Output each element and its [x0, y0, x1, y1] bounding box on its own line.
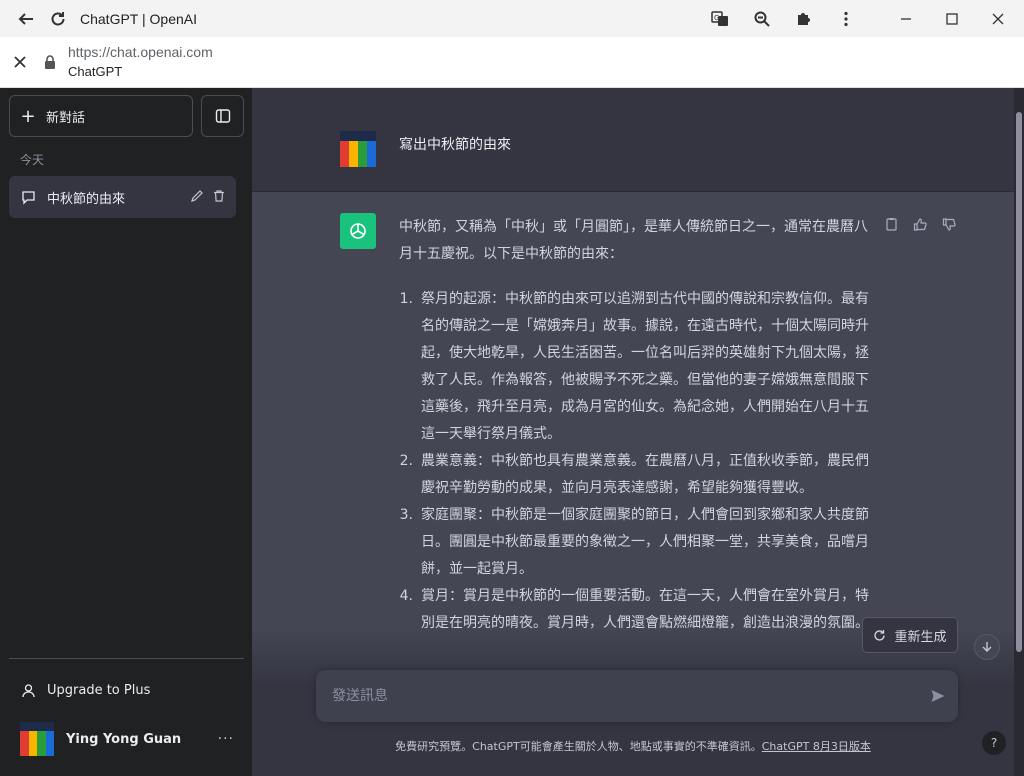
new-chat-label: 新對話	[46, 110, 86, 126]
lock-icon[interactable]	[40, 55, 60, 69]
address-bar: https://chat.openai.com ChatGPT	[0, 37, 1024, 88]
user-message-row: 寫出中秋節的由來	[252, 88, 1014, 192]
trash-icon[interactable]	[212, 188, 226, 207]
more-options-button[interactable]: ···	[218, 731, 234, 747]
plus-icon: +	[20, 105, 36, 127]
message-actions	[884, 217, 957, 236]
sidebar-panel-icon	[215, 109, 230, 123]
extensions-button[interactable]	[788, 3, 820, 35]
version-link[interactable]: ChatGPT 8月3日版本	[762, 740, 871, 753]
user-name: Ying Yong Guan	[66, 731, 182, 747]
regenerate-label: 重新生成	[894, 629, 947, 645]
help-button[interactable]: ?	[982, 731, 1006, 755]
arrow-left-icon	[18, 12, 33, 25]
new-chat-button[interactable]: + 新對話	[9, 95, 193, 137]
user-menu[interactable]: Ying Yong Guan ···	[9, 716, 244, 762]
avatar	[20, 722, 54, 756]
upgrade-button[interactable]: Upgrade to Plus	[9, 670, 244, 710]
close-app-button[interactable]	[0, 42, 40, 82]
sidebar-divider	[9, 658, 244, 659]
svg-text:G: G	[714, 14, 719, 22]
scrollbar[interactable]	[1014, 88, 1024, 776]
regenerate-button[interactable]: 重新生成	[862, 617, 958, 653]
sidebar: + 新對話 今天 中秋節的由來 Upgrade to Plus Ying Yon…	[0, 88, 252, 776]
refresh-icon	[874, 629, 886, 641]
back-button[interactable]	[10, 3, 42, 35]
assistant-list: 1. 祭月的起源：中秋節的由來可以追溯到古代中國的傳說和宗教信仰。最有名的傳說之一…	[399, 286, 877, 637]
close-icon	[14, 56, 26, 68]
edit-icon[interactable]	[190, 188, 204, 207]
message-input-box	[316, 670, 958, 722]
thumbs-up-icon[interactable]	[913, 217, 928, 236]
upgrade-label: Upgrade to Plus	[47, 682, 151, 698]
send-button[interactable]	[918, 688, 958, 704]
footer-note: 免費研究預覽。ChatGPT可能會產生關於人物、地點或事實的不準確資訊。Chat…	[252, 738, 1014, 754]
kebab-menu-icon	[844, 11, 848, 26]
translate-icon: G	[711, 10, 728, 26]
maximize-button[interactable]	[934, 3, 970, 35]
address-info: https://chat.openai.com ChatGPT	[68, 42, 213, 82]
site-name: ChatGPT	[68, 64, 123, 79]
user-message-text: 寫出中秋節的由來	[399, 137, 511, 153]
chat-main: 寫出中秋節的由來 中秋節，又稱為「中秋」或「月圓節」，是華人傳統節日之一，通常在…	[252, 88, 1024, 776]
user-icon	[9, 683, 47, 698]
scroll-down-button[interactable]	[974, 634, 1000, 660]
translate-button[interactable]: G	[704, 3, 736, 35]
close-icon	[992, 13, 1004, 24]
browser-titlebar: ChatGPT | OpenAI G	[0, 0, 1024, 37]
reload-icon	[51, 11, 65, 25]
user-avatar	[340, 131, 376, 167]
sidebar-toggle-button[interactable]	[201, 95, 244, 137]
reload-button[interactable]	[42, 3, 74, 35]
scroll-thumb[interactable]	[1016, 112, 1022, 652]
list-item: 1. 祭月的起源：中秋節的由來可以追溯到古代中國的傳說和宗教信仰。最有名的傳說之一…	[399, 291, 869, 442]
maximize-icon	[946, 12, 958, 25]
arrow-down-icon	[982, 642, 992, 652]
send-icon	[931, 690, 945, 702]
openai-logo-icon	[340, 213, 376, 249]
conversation-title: 中秋節的由來	[47, 191, 126, 207]
message-input[interactable]	[316, 688, 918, 704]
minimize-button[interactable]	[888, 3, 924, 35]
list-item: 3. 家庭團聚：中秋節是一個家庭團聚的節日，人們會回到家鄉和家人共度節日。團圓是中…	[399, 507, 869, 577]
close-window-button[interactable]	[980, 3, 1016, 35]
menu-button[interactable]	[830, 3, 862, 35]
copy-icon[interactable]	[884, 217, 899, 236]
puzzle-icon	[798, 12, 810, 25]
minimize-icon	[901, 17, 911, 20]
thumbs-down-icon[interactable]	[942, 217, 957, 236]
conversation-item[interactable]: 中秋節的由來	[9, 176, 236, 218]
list-item: 2. 農業意義：中秋節也具有農業意義。在農曆八月，正值秋收季節，農民們慶祝辛勤勞動…	[399, 453, 869, 496]
assistant-intro: 中秋節，又稱為「中秋」或「月圓節」，是華人傳統節日之一，通常在農曆八月十五慶祝。…	[399, 219, 868, 262]
zoom-button[interactable]	[746, 3, 778, 35]
zoom-icon	[754, 11, 770, 27]
chat-bubble-icon	[9, 190, 47, 205]
assistant-message-text: 中秋節，又稱為「中秋」或「月圓節」，是華人傳統節日之一，通常在農曆八月十五慶祝。…	[399, 214, 877, 637]
url-text[interactable]: https://chat.openai.com	[68, 42, 213, 62]
footer-text: 免費研究預覽。ChatGPT可能會產生關於人物、地點或事實的不準確資訊。	[395, 740, 762, 753]
tab-title: ChatGPT | OpenAI	[80, 10, 197, 27]
section-today-heading: 今天	[20, 153, 45, 167]
